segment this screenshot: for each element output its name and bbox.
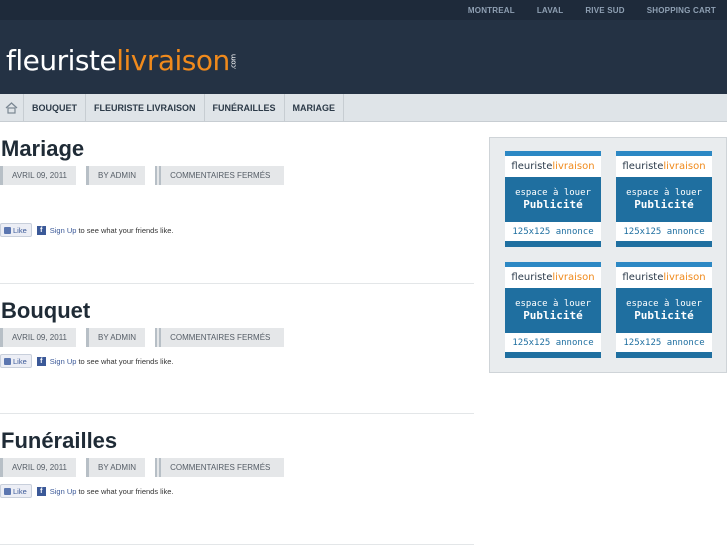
like-button[interactable]: Like <box>0 223 32 237</box>
facebook-text: to see what your friends like. <box>78 356 174 366</box>
ad-brand: fleuriste livraison <box>616 267 712 288</box>
ad-foot-bar <box>505 241 601 247</box>
ad-line3: 125x125 annonce <box>512 226 594 237</box>
ad-brand-1: fleuriste <box>622 161 664 172</box>
ad-body: espace à louer Publicité <box>505 177 601 222</box>
post: Funérailles AVRIL 09, 2011 BY ADMIN COMM… <box>0 428 474 545</box>
ad-line1: espace à louer <box>626 188 702 198</box>
post-title[interactable]: Mariage <box>1 136 474 162</box>
home-icon[interactable] <box>0 94 24 122</box>
site-header: MONTREAL LAVAL RIVE SUD SHOPPING CART fl… <box>0 0 727 94</box>
topnav-laval[interactable]: LAVAL <box>526 6 574 15</box>
ad-brand-2: livraison <box>552 161 595 172</box>
post-author[interactable]: BY ADMIN <box>86 458 146 477</box>
nav-mariage[interactable]: MARIAGE <box>285 94 345 122</box>
ad-brand: fleuriste livraison <box>505 267 601 288</box>
like-label: Like <box>13 486 27 496</box>
ad-brand-2: livraison <box>552 272 595 283</box>
topnav-rive-sud[interactable]: RIVE SUD <box>574 6 635 15</box>
ad-line2: Publicité <box>523 309 583 322</box>
ad-body: espace à louer Publicité <box>616 288 712 333</box>
post-meta: AVRIL 09, 2011 BY ADMIN COMMENTAIRES FER… <box>0 458 474 477</box>
post-date: AVRIL 09, 2011 <box>0 328 76 347</box>
facebook-icon: f <box>36 356 46 366</box>
post-title[interactable]: Bouquet <box>1 298 474 324</box>
ad-line3: 125x125 annonce <box>623 226 705 237</box>
ad-brand-1: fleuriste <box>511 272 553 283</box>
ad-foot-bar <box>616 241 712 247</box>
thumbs-up-icon <box>4 357 11 365</box>
facebook-icon: f <box>36 225 46 235</box>
ad-line3: 125x125 annonce <box>623 337 705 348</box>
facebook-like-bar: Like f Sign Up to see what your friends … <box>0 484 174 498</box>
facebook-text: to see what your friends like. <box>78 486 174 496</box>
post-author[interactable]: BY ADMIN <box>86 166 146 185</box>
post-comments: COMMENTAIRES FERMÉS <box>155 458 285 477</box>
post: Bouquet AVRIL 09, 2011 BY ADMIN COMMENTA… <box>0 298 474 414</box>
ad-banner[interactable]: fleuriste livraison espace à louer Publici… <box>616 262 712 358</box>
topnav-shopping-cart[interactable]: SHOPPING CART <box>636 6 727 15</box>
ad-line3: 125x125 annonce <box>512 337 594 348</box>
logo-part3: .com <box>229 54 238 70</box>
topnav-montreal[interactable]: MONTREAL <box>457 6 526 15</box>
like-label: Like <box>13 356 27 366</box>
facebook-text: to see what your friends like. <box>78 225 174 235</box>
post-author[interactable]: BY ADMIN <box>86 328 146 347</box>
logo-part2: livraison <box>116 44 230 77</box>
ad-brand: fleuriste livraison <box>616 156 712 177</box>
post-date: AVRIL 09, 2011 <box>0 458 76 477</box>
ad-banner[interactable]: fleuriste livraison espace à louer Publici… <box>616 151 712 247</box>
post-meta: AVRIL 09, 2011 BY ADMIN COMMENTAIRES FER… <box>0 328 474 347</box>
ad-line2: Publicité <box>634 309 694 322</box>
nav-funerailles[interactable]: FUNÉRAILLES <box>205 94 285 122</box>
ad-body: espace à louer Publicité <box>616 177 712 222</box>
ad-brand-1: fleuriste <box>622 272 664 283</box>
signup-link[interactable]: Sign Up <box>50 226 77 235</box>
signup-link[interactable]: Sign Up <box>50 487 77 496</box>
like-button[interactable]: Like <box>0 484 32 498</box>
thumbs-up-icon <box>4 487 11 495</box>
ad-brand-1: fleuriste <box>511 161 553 172</box>
thumbs-up-icon <box>4 226 11 234</box>
ad-line2: Publicité <box>523 198 583 211</box>
ad-foot-bar <box>616 352 712 358</box>
ad-brand: fleuriste livraison <box>505 156 601 177</box>
top-nav: MONTREAL LAVAL RIVE SUD SHOPPING CART <box>457 0 727 20</box>
ad-brand-2: livraison <box>663 272 706 283</box>
facebook-like-bar: Like f Sign Up to see what your friends … <box>0 223 174 237</box>
facebook-icon: f <box>36 486 46 496</box>
ad-line1: espace à louer <box>515 188 591 198</box>
ad-body: espace à louer Publicité <box>505 288 601 333</box>
ad-line1: espace à louer <box>626 299 702 309</box>
post-title[interactable]: Funérailles <box>1 428 474 454</box>
nav-bouquet[interactable]: BOUQUET <box>24 94 86 122</box>
nav-fleuriste-livraison[interactable]: FLEURISTE LIVRAISON <box>86 94 205 122</box>
ad-banner[interactable]: fleuriste livraison espace à louer Publici… <box>505 151 601 247</box>
main-nav: BOUQUET FLEURISTE LIVRAISON FUNÉRAILLES … <box>0 94 727 122</box>
site-logo[interactable]: fleuristelivraison.com <box>6 44 245 77</box>
ad-line1: espace à louer <box>515 299 591 309</box>
logo-part1: fleuriste <box>6 44 117 77</box>
facebook-like-bar: Like f Sign Up to see what your friends … <box>0 354 174 368</box>
post-meta: AVRIL 09, 2011 BY ADMIN COMMENTAIRES FER… <box>0 166 474 185</box>
ad-banner[interactable]: fleuriste livraison espace à louer Publici… <box>505 262 601 358</box>
like-button[interactable]: Like <box>0 354 32 368</box>
sidebar-ad-box: fleuriste livraison espace à louer Publici… <box>489 137 727 373</box>
ad-foot-bar <box>505 352 601 358</box>
post-comments: COMMENTAIRES FERMÉS <box>155 328 285 347</box>
ad-line2: Publicité <box>634 198 694 211</box>
ad-brand-2: livraison <box>663 161 706 172</box>
post-comments: COMMENTAIRES FERMÉS <box>155 166 285 185</box>
signup-link[interactable]: Sign Up <box>50 357 77 366</box>
post: Mariage AVRIL 09, 2011 BY ADMIN COMMENTA… <box>0 136 474 284</box>
like-label: Like <box>13 225 27 235</box>
post-date: AVRIL 09, 2011 <box>0 166 76 185</box>
